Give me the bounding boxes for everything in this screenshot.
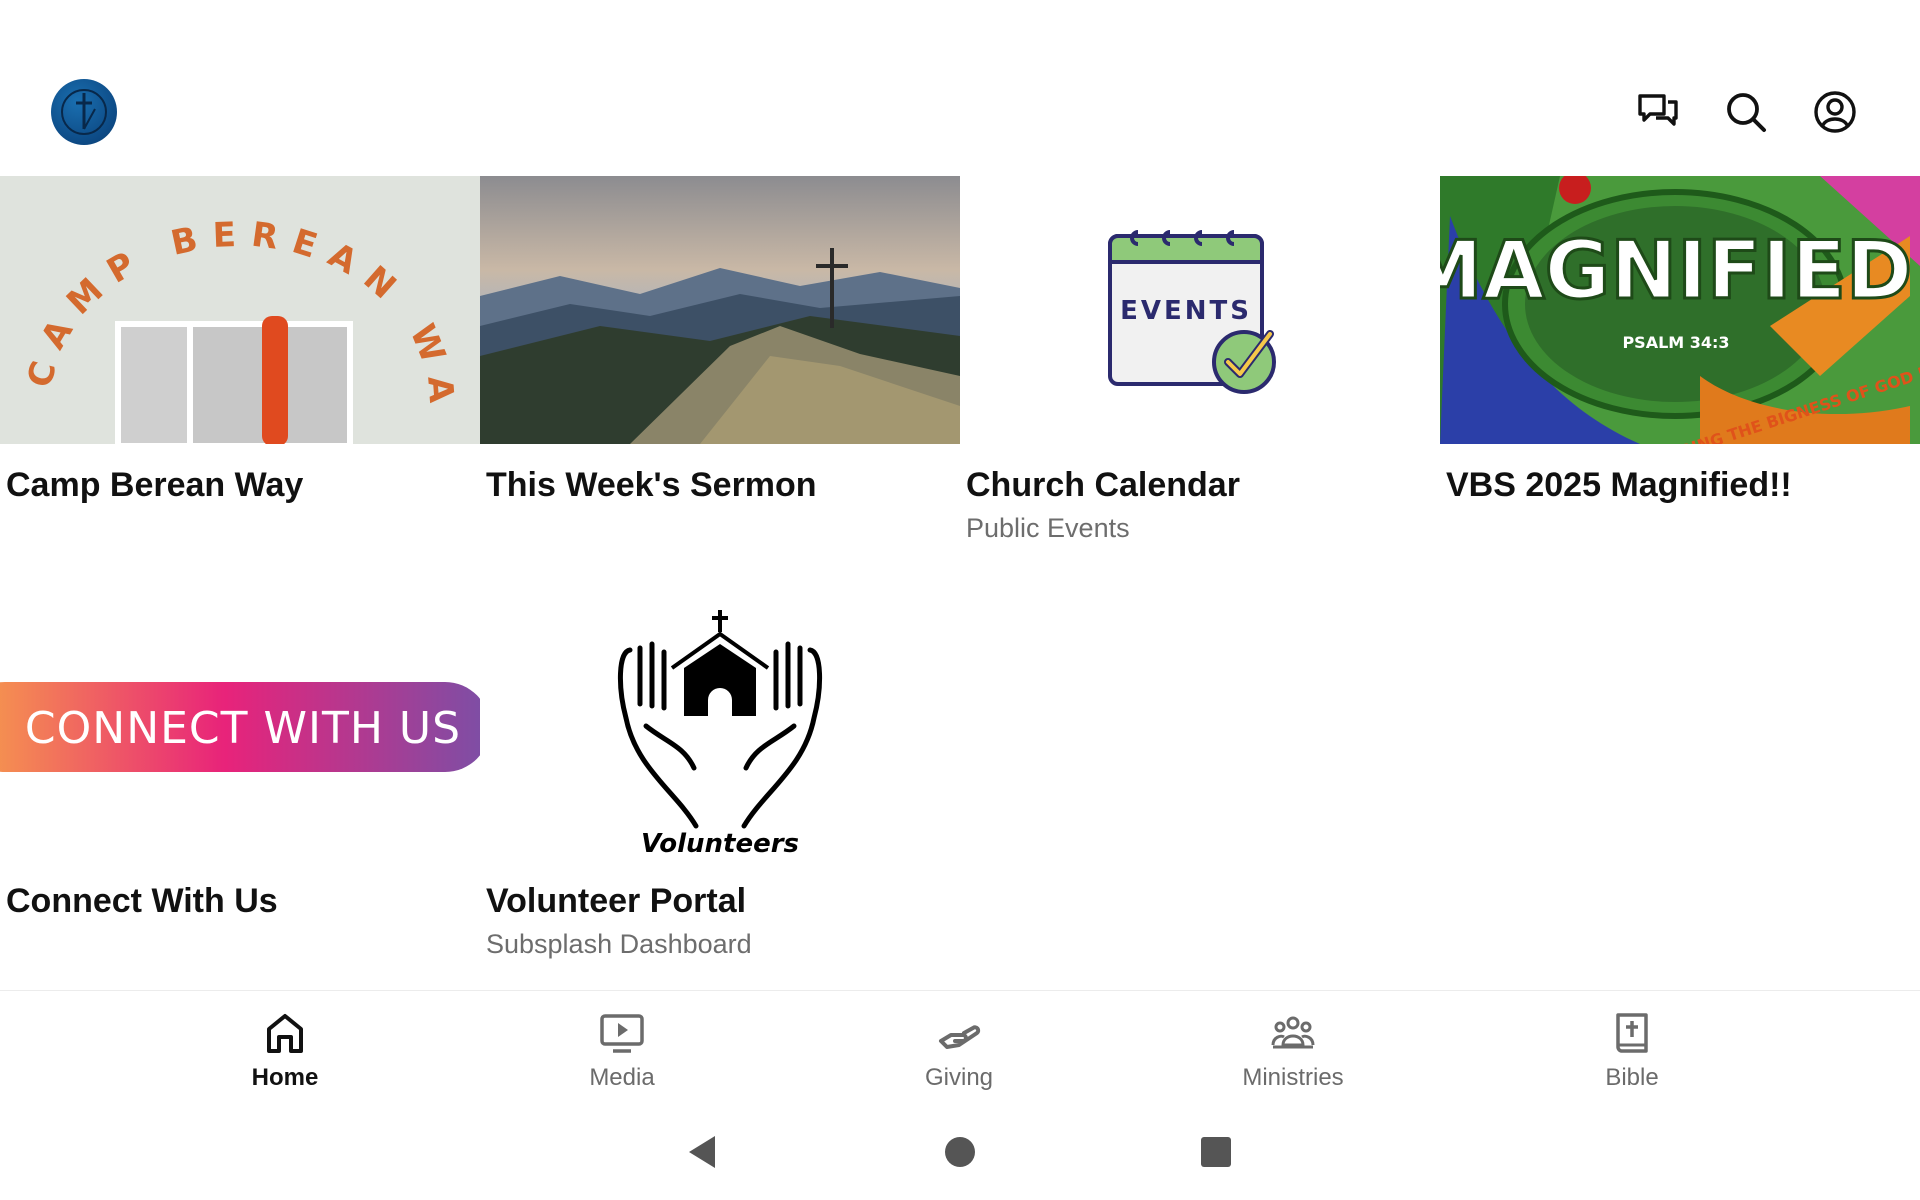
tile-title: This Week's Sermon <box>486 466 817 504</box>
nav-ministries[interactable]: Ministries <box>1193 991 1393 1101</box>
tile-camp-berean-way[interactable]: CAMP BEREAN WAY Camp Berean Way <box>0 176 480 504</box>
system-navigation-bar <box>0 1100 1920 1200</box>
tile-vbs-magnified[interactable]: MAGNIFIED! PSALM 34:3 DISCOVERING THE BI… <box>1440 176 1920 504</box>
volunteers-image: Volunteers <box>480 592 960 860</box>
psalm-ref: PSALM 34:3 <box>1622 333 1729 352</box>
home-icon <box>263 1011 307 1055</box>
church-logo[interactable] <box>51 79 117 145</box>
nav-home[interactable]: Home <box>185 991 385 1101</box>
tile-volunteer-portal[interactable]: Volunteers Volunteer Portal Subsplash Da… <box>480 592 960 959</box>
connect-banner-image: CONNECT WITH US <box>0 592 480 860</box>
giving-icon <box>937 1011 981 1055</box>
search-icon[interactable] <box>1724 90 1768 134</box>
back-icon[interactable] <box>681 1130 725 1174</box>
nav-label: Media <box>589 1064 655 1091</box>
nav-giving[interactable]: Giving <box>859 991 1059 1101</box>
app-header <box>0 0 1920 176</box>
tile-sermon[interactable]: This Week's Sermon <box>480 176 960 504</box>
sermon-image <box>480 176 960 444</box>
events-calendar-image: EVENTS <box>960 176 1440 444</box>
camp-berean-image: CAMP BEREAN WAY <box>0 176 480 444</box>
nav-label: Ministries <box>1242 1064 1344 1091</box>
nav-label: Home <box>251 1064 319 1091</box>
tile-connect-with-us[interactable]: CONNECT WITH US Connect With Us <box>0 592 480 920</box>
tile-title: Volunteer Portal <box>486 882 747 920</box>
bible-icon <box>1610 1011 1654 1055</box>
tile-title: VBS 2025 Magnified!! <box>1446 466 1792 504</box>
tile-title: Connect With Us <box>6 882 278 920</box>
nav-bible[interactable]: Bible <box>1532 991 1732 1101</box>
media-icon <box>600 1011 644 1055</box>
connect-banner-text: CONNECT WITH US <box>25 703 461 754</box>
nav-media[interactable]: Media <box>522 991 722 1101</box>
vbs-magnified-image: MAGNIFIED! PSALM 34:3 DISCOVERING THE BI… <box>1440 176 1920 444</box>
magnified-title: MAGNIFIED! <box>1440 224 1920 317</box>
nav-label: Giving <box>924 1064 994 1091</box>
tile-church-calendar[interactable]: EVENTS Church Calendar Public Events <box>960 176 1440 543</box>
cross-logo-icon <box>61 89 107 135</box>
ministries-icon <box>1271 1011 1315 1055</box>
volunteers-caption: Volunteers <box>641 829 799 859</box>
recents-square-icon[interactable] <box>1194 1130 1238 1174</box>
tile-title: Camp Berean Way <box>6 466 304 504</box>
home-circle-icon[interactable] <box>938 1130 982 1174</box>
tile-subtitle: Subsplash Dashboard <box>486 929 752 959</box>
tile-subtitle: Public Events <box>966 513 1130 543</box>
events-label: EVENTS <box>1120 296 1252 326</box>
tile-title: Church Calendar <box>966 466 1240 504</box>
chat-icon[interactable] <box>1636 90 1680 134</box>
nav-label: Bible <box>1605 1064 1659 1091</box>
bottom-navigation: Home Media Giving Ministries Bible <box>0 990 1920 1100</box>
account-icon[interactable] <box>1813 90 1857 134</box>
